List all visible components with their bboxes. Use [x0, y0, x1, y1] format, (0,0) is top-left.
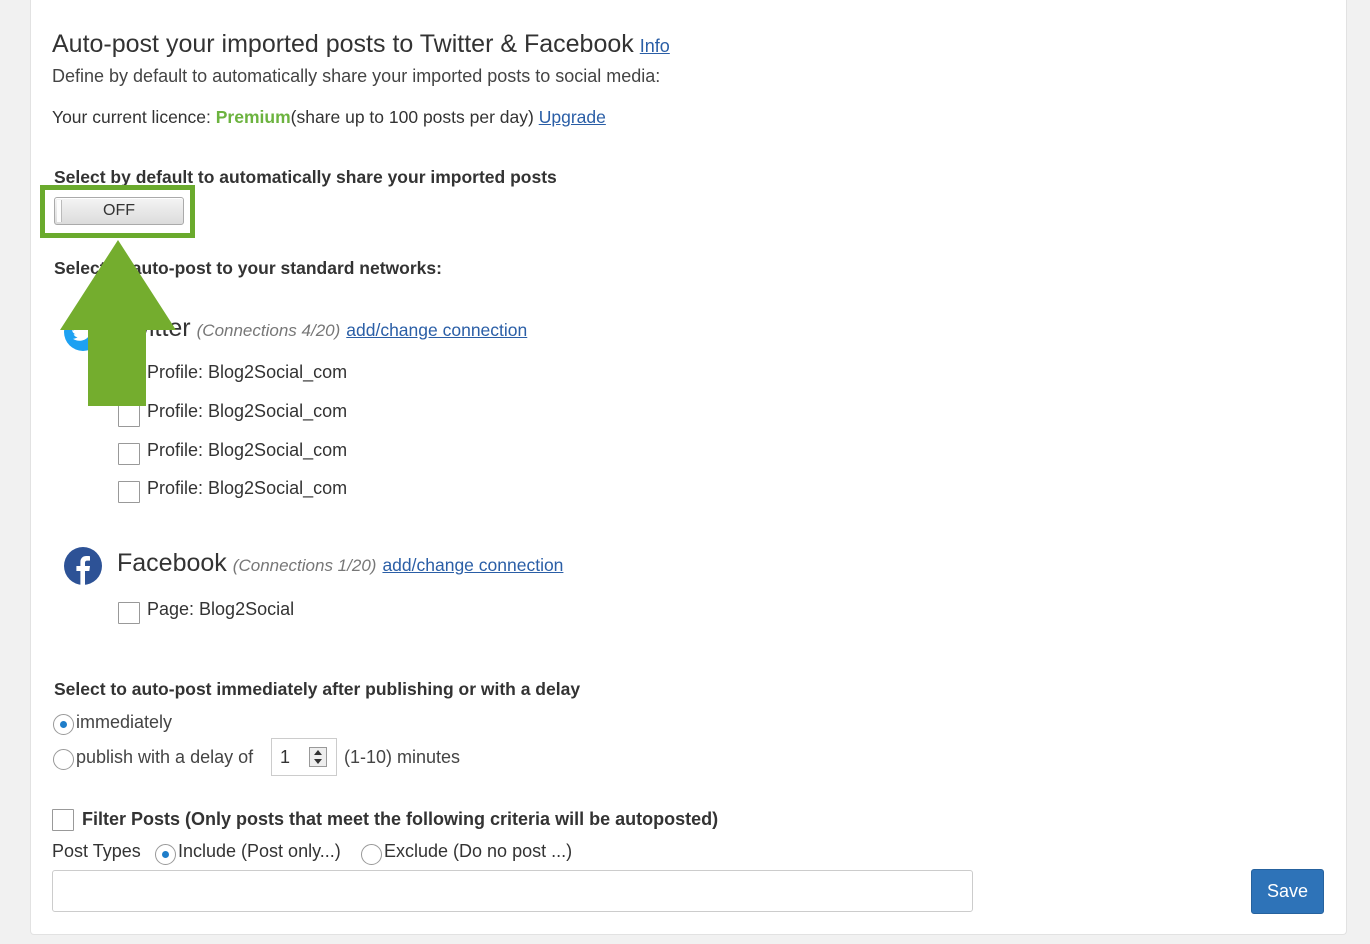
twitter-connections: (Connections 4/20) [196, 321, 341, 340]
twitter-add-connection-link[interactable]: add/change connection [346, 320, 527, 340]
post-types-input[interactable] [52, 870, 973, 912]
delay-heading: Select to auto-post immediately after pu… [54, 679, 581, 699]
settings-panel [30, 0, 1347, 935]
include-label: Include (Post only...) [178, 841, 341, 861]
facebook-page-checkbox[interactable] [118, 602, 140, 624]
delay-minutes-value: 1 [280, 747, 291, 767]
facebook-header: Facebook (Connections 1/20) add/change con… [117, 549, 563, 578]
facebook-name: Facebook [117, 549, 227, 577]
page-title: Auto-post your imported posts to Twitter… [52, 30, 670, 59]
delay-label: publish with a delay of [76, 747, 254, 767]
twitter-profile-label: Profile: Blog2Social_com [147, 478, 348, 498]
delay-minutes-input[interactable]: 1 [271, 738, 337, 776]
licence-level: Premium [215, 107, 291, 127]
twitter-header: Twitter(Connections 4/20)add/change conn… [117, 314, 527, 343]
spinner-icon[interactable] [309, 747, 327, 767]
licence-detail: (share up to 100 posts per day) [290, 107, 534, 127]
twitter-profile-checkbox[interactable] [118, 405, 140, 427]
filter-posts-label: Filter Posts (Only posts that meet the f… [82, 809, 719, 829]
include-radio[interactable] [155, 844, 176, 865]
save-button[interactable]: Save [1251, 869, 1324, 914]
facebook-icon [64, 547, 102, 585]
upgrade-link[interactable]: Upgrade [539, 107, 606, 127]
twitter-profile-label: Profile: Blog2Social_com [147, 440, 348, 460]
twitter-profile-checkbox[interactable] [118, 443, 140, 465]
delay-range-label: (1-10) minutes [344, 747, 461, 767]
facebook-add-connection-link[interactable]: add/change connection [382, 555, 563, 575]
page-description: Define by default to automatically share… [52, 66, 661, 86]
exclude-radio[interactable] [361, 844, 382, 865]
up-arrow-icon [60, 240, 176, 406]
facebook-page-label: Page: Blog2Social [147, 599, 295, 619]
twitter-profile-checkbox[interactable] [118, 481, 140, 503]
filter-posts-checkbox[interactable] [52, 809, 74, 831]
licence-prefix: Your current licence: [52, 107, 216, 127]
post-types-label: Post Types [52, 841, 141, 861]
immediately-label: immediately [76, 712, 173, 732]
exclude-label: Exclude (Do no post ...) [384, 841, 573, 861]
delay-radio[interactable] [53, 749, 74, 770]
highlight-box [40, 185, 195, 238]
licence-info: Your current licence: Premium(share up t… [52, 107, 606, 128]
page-title-text: Auto-post your imported posts to Twitter… [52, 30, 634, 58]
info-link[interactable]: Info [640, 36, 670, 56]
facebook-connections: (Connections 1/20) [232, 556, 377, 575]
immediately-radio[interactable] [53, 714, 74, 735]
